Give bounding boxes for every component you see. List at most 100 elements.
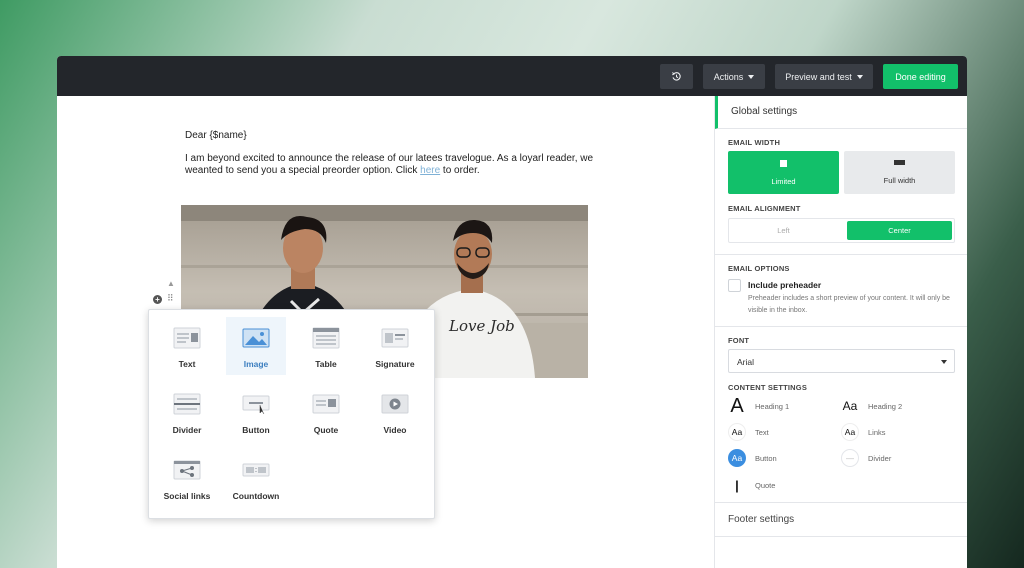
text-block-icon: [173, 327, 201, 349]
shirt-text: Love Job: [448, 317, 515, 335]
history-icon: [672, 72, 681, 81]
section-divider: [715, 536, 967, 537]
email-width-label: EMAIL WIDTH: [728, 138, 781, 147]
heading-1-swatch: A: [730, 394, 744, 417]
alignment-toggle: Left Center: [728, 218, 955, 243]
email-alignment-label: EMAIL ALIGNMENT: [728, 204, 801, 213]
quote-block-icon: [312, 394, 340, 414]
links-setting[interactable]: Aa Links: [841, 423, 886, 441]
move-up-icon[interactable]: ▲: [167, 279, 175, 288]
full-width-icon: [894, 160, 905, 165]
block-divider[interactable]: Divider: [157, 383, 217, 441]
block-countdown[interactable]: Countdown: [226, 449, 286, 507]
text-label: Text: [755, 427, 769, 437]
order-link[interactable]: here: [420, 165, 440, 176]
section-divider: [715, 326, 967, 327]
heading-2-swatch: Aa: [842, 399, 858, 413]
quote-swatch: |: [735, 477, 739, 493]
align-left-option[interactable]: Left: [731, 221, 836, 240]
font-select[interactable]: Arial: [728, 349, 955, 373]
actions-label: Actions: [713, 71, 744, 82]
block-image[interactable]: Image: [226, 317, 286, 375]
content-settings-label: CONTENT SETTINGS: [728, 383, 808, 392]
drag-handle-icon[interactable]: ⠿: [167, 294, 174, 303]
text-swatch: Aa: [728, 423, 746, 441]
width-limited-option[interactable]: Limited: [728, 151, 839, 194]
actions-dropdown[interactable]: Actions: [703, 64, 765, 89]
block-label: Video: [383, 425, 407, 435]
block-text[interactable]: Text: [157, 317, 217, 375]
block-table[interactable]: Table: [296, 317, 356, 375]
email-greeting[interactable]: Dear {$name}: [185, 130, 247, 141]
done-editing-button[interactable]: Done editing: [883, 64, 958, 89]
divider-block-icon: [173, 393, 201, 415]
table-block-icon: [312, 327, 340, 349]
font-select-value: Arial: [737, 357, 755, 367]
block-button[interactable]: Button: [226, 383, 286, 441]
block-label: Table: [315, 359, 337, 369]
divider-setting[interactable]: — Divider: [841, 449, 891, 467]
chevron-down-icon: [748, 74, 755, 79]
preview-and-test-dropdown[interactable]: Preview and test: [775, 64, 873, 89]
preheader-title: Include preheader: [748, 280, 822, 290]
limited-width-icon: [780, 159, 787, 167]
global-settings-header[interactable]: Global settings: [715, 96, 967, 129]
email-options-label: EMAIL OPTIONS: [728, 264, 790, 273]
email-canvas[interactable]: Dear {$name} I am beyond excited to anno…: [57, 96, 713, 568]
countdown-block-icon: [242, 463, 270, 477]
include-preheader-checkbox[interactable]: [728, 279, 741, 292]
block-video[interactable]: Video: [365, 383, 425, 441]
button-swatch: Aa: [728, 449, 746, 467]
preheader-description: Preheader includes a short preview of yo…: [748, 295, 950, 314]
chevron-down-icon: [856, 74, 863, 79]
block-label: Countdown: [232, 491, 280, 501]
block-label: Signature: [375, 359, 415, 369]
heading-1-label: Heading 1: [755, 401, 790, 411]
chevron-down-icon: [941, 360, 947, 364]
video-block-icon: [381, 394, 409, 414]
links-swatch: Aa: [841, 423, 859, 441]
settings-sidebar: Global settings EMAIL WIDTH Limited Full…: [714, 96, 967, 568]
button-label: Button: [755, 453, 777, 463]
block-social-links[interactable]: Social links: [157, 449, 217, 507]
add-block-icon[interactable]: +: [153, 295, 162, 304]
body-text-end: to order.: [440, 165, 480, 176]
body-text-start: I am beyond excited to announce the rele…: [185, 153, 594, 176]
done-label: Done editing: [895, 71, 946, 82]
font-label: FONT: [728, 336, 750, 345]
email-body-text[interactable]: I am beyond excited to announce the rele…: [185, 153, 595, 177]
section-divider: [715, 254, 967, 255]
email-editor-window: Actions Preview and test Done editing De…: [57, 56, 967, 568]
preview-label: Preview and test: [785, 71, 852, 82]
history-button[interactable]: [660, 64, 693, 89]
editor-toolbar: Actions Preview and test Done editing: [57, 56, 967, 96]
button-setting[interactable]: Aa Button: [728, 449, 777, 467]
width-full-label: Full width: [883, 176, 916, 185]
block-label: Button: [242, 425, 270, 435]
links-label: Links: [868, 427, 886, 437]
content-blocks-panel: Text Image Table Signature Divider Butto…: [148, 309, 435, 519]
social-links-block-icon: [173, 460, 201, 480]
block-quote[interactable]: Quote: [296, 383, 356, 441]
footer-settings-link[interactable]: Footer settings: [728, 514, 794, 525]
block-label: Text: [178, 359, 196, 369]
global-settings-title: Global settings: [731, 106, 798, 117]
section-divider: [715, 502, 967, 503]
divider-label: Divider: [868, 453, 892, 463]
width-limited-label: Limited: [771, 176, 796, 186]
block-signature[interactable]: Signature: [365, 317, 425, 375]
width-full-option[interactable]: Full width: [844, 151, 955, 194]
heading-1-setting[interactable]: A Heading 1: [728, 394, 790, 417]
button-block-icon: [242, 395, 270, 415]
text-setting[interactable]: Aa Text: [728, 423, 769, 441]
image-block-icon: [242, 328, 270, 348]
block-label: Image: [243, 359, 269, 369]
heading-2-setting[interactable]: Aa Heading 2: [841, 397, 903, 415]
block-label: Divider: [172, 425, 202, 435]
divider-swatch: —: [841, 449, 859, 467]
heading-2-label: Heading 2: [868, 401, 903, 411]
quote-setting[interactable]: | Quote: [728, 476, 775, 494]
block-label: Quote: [313, 425, 339, 435]
signature-block-icon: [381, 328, 409, 348]
align-center-option[interactable]: Center: [847, 221, 952, 240]
